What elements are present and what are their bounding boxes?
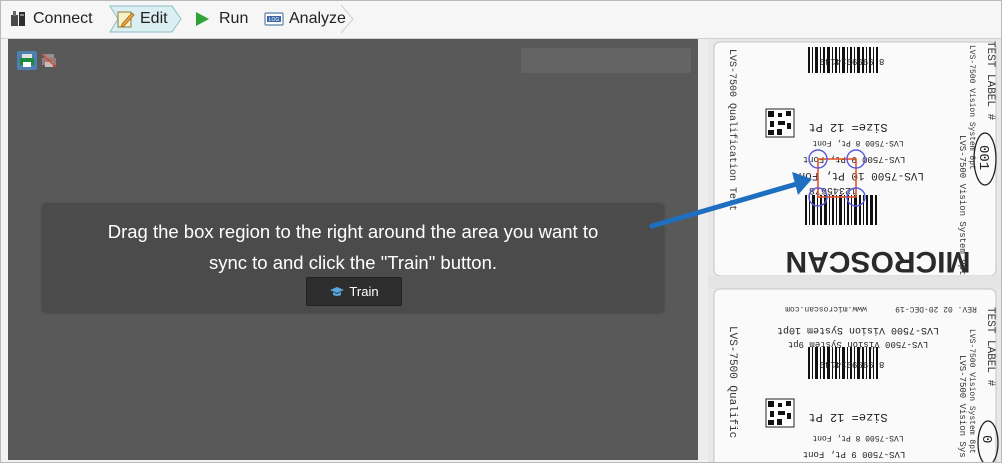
top-badge-text: 001 <box>975 145 991 170</box>
bottom-datamatrix <box>765 398 795 428</box>
image-workspace[interactable]: Drag the box region to the right around … <box>8 39 698 460</box>
edit-icon <box>117 11 135 28</box>
top-size-text: Size= 12 Pt <box>808 120 887 134</box>
top-brand-text: MICROSCAN <box>786 245 971 278</box>
top-left-vertical-text: LVS-7500 Qualification Test <box>726 49 738 211</box>
top-digits: 8 9999914149 <box>820 56 885 66</box>
label-image: 8 9999914149 Size= 12 Pt LVS-7500 8 Pt, … <box>708 41 1001 462</box>
run-icon <box>196 12 209 26</box>
train-button-label: Train <box>349 284 379 299</box>
bottom-badge-text: 0 <box>978 435 994 443</box>
train-button[interactable]: Train <box>306 277 402 306</box>
step-analyze[interactable]: LOG Analyze <box>263 5 346 33</box>
step-separator <box>340 5 354 33</box>
instruction-text: Drag the box region to the right around … <box>42 216 664 278</box>
connect-icon <box>11 11 25 26</box>
label-image-preview[interactable]: 8 9999914149 Size= 12 Pt LVS-7500 8 Pt, … <box>708 39 1001 462</box>
instruction-line-2: sync to and click the "Train" button. <box>208 252 498 273</box>
printer-icon <box>20 54 34 67</box>
graduation-cap-icon <box>330 286 345 296</box>
print-disabled-button[interactable] <box>39 51 59 70</box>
bottom-left-vertical-text: LVS-7500 Qualific <box>726 326 738 438</box>
step-connect[interactable]: Connect <box>9 5 93 33</box>
top-8pt-text: LVS-7500 8 Pt, Font <box>812 138 903 147</box>
bottom-8pt-text: LVS-7500 8 Pt, Font <box>812 433 903 442</box>
app-window: Connect Edit Run LOG Analyze Drag the bo… <box>0 0 1002 463</box>
bottom-rev-text: REV. 02 20-DEC-19 <box>895 304 977 313</box>
bottom-digits: 8 9999914149 <box>820 359 885 369</box>
bottom-9pt-text-2: LVS-7500 9 Pt, Font <box>803 449 906 459</box>
step-analyze-label: Analyze <box>289 10 346 27</box>
top-right-vertical-1: TEST LABEL # <box>984 41 996 121</box>
bottom-right-vertical-3: LVS-7500 Vision Sys <box>957 355 967 458</box>
instruction-line-1: Drag the box region to the right around … <box>107 221 599 242</box>
bottom-url-text: www.microscan.com <box>785 304 867 313</box>
step-connect-label: Connect <box>33 10 93 27</box>
panel-divider[interactable] <box>698 39 708 460</box>
step-edit-label: Edit <box>140 10 168 27</box>
bottom-right-vertical-1: TEST LABEL # <box>984 307 996 387</box>
top-datamatrix <box>765 108 795 138</box>
instruction-panel: Drag the box region to the right around … <box>42 203 664 312</box>
bottom-right-vertical-2: LVS-7500 Vision System 8pt <box>967 329 976 454</box>
step-edit[interactable]: Edit <box>108 5 183 33</box>
faded-image-toolbar <box>521 48 691 73</box>
workflow-toolbar: Connect Edit Run LOG Analyze <box>1 1 1001 39</box>
top-serial-text: 12345678 <box>809 184 857 195</box>
step-run[interactable]: Run <box>193 5 248 33</box>
print-toggle-button[interactable] <box>17 51 37 70</box>
bottom-10pt-text: LVS-7500 Vision System 10pt <box>777 324 939 336</box>
bottom-size-text: Size= 12 Pt <box>808 410 887 424</box>
step-run-label: Run <box>219 10 249 27</box>
top-10pt-text: LVS-7500 10 Pt, Font <box>792 169 924 181</box>
analyze-badge: LOG <box>269 17 280 23</box>
printer-off-icon <box>41 53 57 68</box>
top-right-vertical-3: LVS-7500 Vision System 9pt <box>957 135 967 275</box>
analyze-icon: LOG <box>264 12 284 26</box>
